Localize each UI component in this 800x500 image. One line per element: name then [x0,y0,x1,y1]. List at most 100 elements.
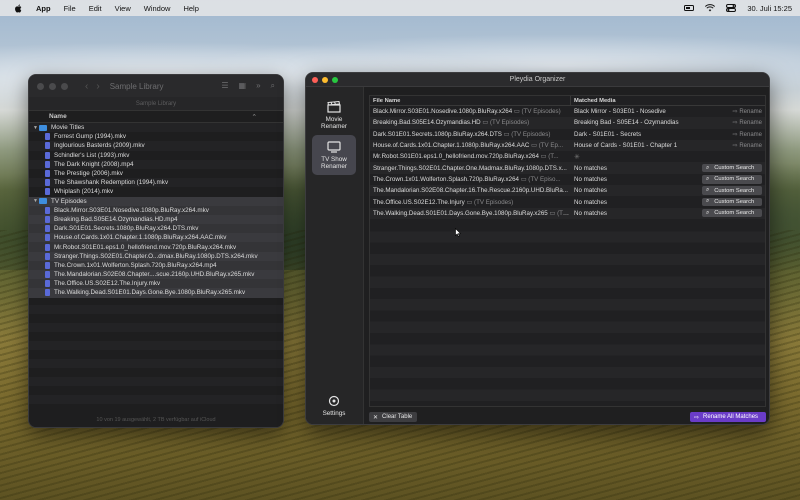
menu-window[interactable]: Window [144,4,171,13]
rename-label: Rename [739,131,762,138]
rename-button[interactable]: ⇨ Rename [733,131,762,138]
file-icon [45,133,50,141]
list-item[interactable]: Stranger.Things.S02E01.Chapter.O...dmax.… [29,251,283,261]
table-row[interactable]: Stranger.Things.S02E01.Chapter.One.Madma… [370,162,765,174]
file-name: House.of.Cards.1x01.Chapter.1.1080p.BluR… [373,142,530,150]
list-item[interactable]: The.Crown.1x01.Wolferton.Splash.720p.Blu… [29,260,283,270]
rename-label: Rename [739,109,762,116]
custom-search-button[interactable]: ⌕ Custom Search [702,175,762,184]
control-center-icon[interactable] [726,4,737,12]
list-item[interactable]: The Dark Knight (2008).mp4 [29,159,283,169]
custom-search-button[interactable]: ⌕ Custom Search [702,163,762,173]
clock[interactable]: 30. Juli 15:25 [747,4,792,13]
list-item[interactable]: Forrest Gump (1994).mkv [29,132,283,141]
folder-icon [39,124,47,131]
file-icon [45,179,50,187]
list-item[interactable]: The Prestige (2006).mkv [29,169,283,178]
table-row[interactable]: Dark.S01E01.Secrets.1080p.BluRay.x264.DT… [370,129,765,140]
custom-search-label: Custom Search [714,165,755,172]
list-item[interactable]: Inglourious Basterds (2009).mkv [29,141,283,151]
list-item[interactable]: The.Walking.Dead.S01E01.Days.Gone.Bye.10… [29,288,283,298]
group-icon[interactable]: ▦ [239,81,247,91]
main-content: File Name Matched Media Black.Mirror.S03… [369,95,766,422]
file-label: The.Office.US.S02E12.The.Injury.mkv [54,280,161,288]
sidebar: Movie Renamer TV Show Renamer Settings [306,87,364,424]
list-view-icon[interactable]: ☰ [221,81,228,91]
close-button[interactable] [37,82,44,90]
pleydia-window: Pleydia Organizer Movie Renamer TV Show … [305,72,770,425]
empty-rows [29,305,283,413]
status-bar: 10 von 19 ausgewählt, 2 TB verfügbar auf… [29,413,283,427]
folder-row-tv-episodes[interactable]: ▼ TV Episodes [29,196,283,206]
menu-bar: App File Edit View Window Help 30. Juli … [0,0,800,16]
table-row[interactable]: The.Crown.1x01.Wolferton.Splash.720p.Blu… [370,174,765,185]
rename-button[interactable]: ⇨ Rename [733,142,762,149]
folder-row-movie-titles[interactable]: ▼ Movie Titles [29,123,283,133]
custom-search-button[interactable]: ⌕ Custom Search [702,208,762,218]
custom-search-label: Custom Search [714,187,755,194]
folder-label: TV Episodes [51,197,87,205]
column-header-file-name[interactable]: File Name [370,96,571,105]
file-icon [45,243,50,251]
path-bar: Sample Library [29,97,283,111]
menu-file[interactable]: File [64,4,76,13]
menu-app[interactable]: App [36,4,51,13]
forward-icon[interactable]: › [96,81,99,92]
list-item[interactable]: Breaking.Bad.S05E14.Ozymandias.HD.mp4 [29,214,283,225]
file-name: Black.Mirror.S03E01.Nosedive.1080p.BluRa… [373,108,513,116]
matched-media: No matches [574,187,608,195]
x-icon: ✕ [373,414,379,421]
table-row[interactable]: The.Mandalorian.S02E08.Chapter.16.The.Re… [370,185,765,197]
matched-media: Black Mirror - S03E01 - Nosedive [574,108,666,116]
battery-icon[interactable] [684,4,695,12]
table-row[interactable]: The.Office.US.S02E12.The.Injury ▭ (TV Ep… [370,196,765,207]
rename-all-button[interactable]: ⇨ Rename All Matches [690,412,766,422]
file-label: Whiplash (2014).mkv [54,188,114,196]
zoom-button[interactable] [61,82,68,90]
matched-media: No matches [574,198,608,206]
table-row[interactable]: House.of.Cards.1x01.Chapter.1.1080p.BluR… [370,139,765,152]
more-icon[interactable]: » [256,81,260,91]
list-item[interactable]: Dark.S01E01.Secrets.1080p.BluRay.x264.DT… [29,224,283,234]
wifi-icon[interactable] [705,4,716,12]
table-body: Black.Mirror.S03E01.Nosedive.1080p.BluRa… [370,106,765,219]
custom-search-button[interactable]: ⌕ Custom Search [702,186,762,195]
menu-edit[interactable]: Edit [89,4,102,13]
list-item[interactable]: Black.Mirror.S03E01.Nosedive.1080p.BluRa… [29,205,283,215]
matched-media: No matches [574,164,608,172]
column-name-label: Name [49,113,67,120]
column-header-name[interactable]: Name ⌃ [29,111,283,123]
list-item[interactable]: The.Mandalorian.S02E08.Chapter....scue.2… [29,270,283,280]
custom-search-button[interactable]: ⌕ Custom Search [702,197,762,207]
table-row[interactable]: Breaking.Bad.S05E14.Ozymandias.HD ▭ (TV … [370,117,765,129]
sidebar-item-settings[interactable]: Settings [312,389,356,424]
table-row[interactable]: Mr.Robot.S01E01.eps1.0_hellofriend.mov.7… [370,151,765,162]
search-icon[interactable]: ⌕ [271,81,275,91]
minimize-button[interactable] [49,82,56,90]
list-item[interactable]: Schindler's List (1993).mkv [29,151,283,160]
list-item[interactable]: The.Office.US.S02E12.The.Injury.mkv [29,279,283,289]
list-item[interactable]: Whiplash (2014).mkv [29,187,283,196]
file-icon [45,151,50,159]
table-row[interactable]: The.Walking.Dead.S01E01.Days.Gone.Bye.10… [370,207,765,219]
file-icon [45,142,50,150]
column-header-matched-media[interactable]: Matched Media [571,96,616,106]
list-item[interactable]: The Shawshank Redemption (1994).mkv [29,178,283,188]
media-type: (T... [548,153,559,161]
clear-table-button[interactable]: ✕ Clear Table [369,412,417,422]
table-row[interactable]: Black.Mirror.S03E01.Nosedive.1080p.BluRa… [370,106,765,117]
apple-icon[interactable] [12,3,24,13]
file-icon [45,280,50,288]
finder-title: Sample Library [109,81,164,91]
back-icon[interactable]: ‹ [85,81,88,92]
sidebar-item-tv-show-renamer[interactable]: TV Show Renamer [312,135,356,175]
list-item[interactable]: House.of.Cards.1x01.Chapter.1.1080p.BluR… [29,233,283,243]
rename-button[interactable]: ⇨ Rename [733,108,762,115]
sidebar-item-movie-renamer[interactable]: Movie Renamer [312,95,356,135]
menu-help[interactable]: Help [183,4,198,13]
menu-view[interactable]: View [115,4,131,13]
arrow-right-icon: ⇨ [732,131,738,138]
list-item[interactable]: Mr.Robot.S01E01.eps1.0_hellofriend.mov.7… [29,242,283,252]
arrow-right-icon: ⇨ [732,143,738,150]
rename-button[interactable]: ⇨ Rename [733,119,762,126]
